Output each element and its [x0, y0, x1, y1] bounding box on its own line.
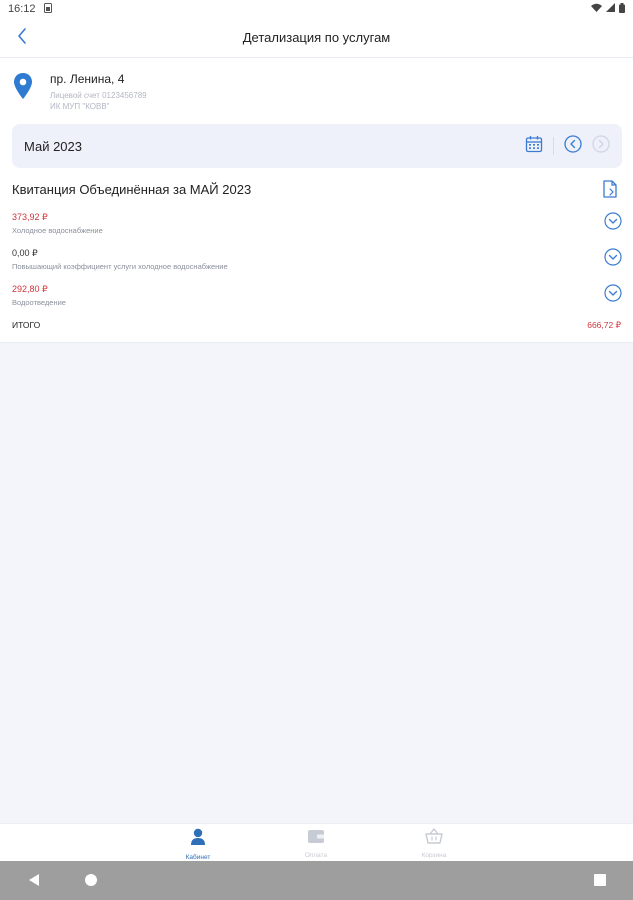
- status-time: 16:12: [8, 3, 36, 15]
- basket-icon: [425, 827, 443, 849]
- item-name: Холодное водоснабжение: [12, 226, 103, 235]
- period-label: Май 2023: [24, 138, 82, 154]
- item-name: Водоотведение: [12, 298, 66, 307]
- nav-item-cabinet[interactable]: Кабинет: [168, 828, 228, 861]
- chevron-down-circle-icon[interactable]: [604, 248, 622, 271]
- address-block: пр. Ленина, 4 Лицевой счет 0123456789 ИК…: [12, 72, 612, 120]
- nav-item-basket[interactable]: Корзина: [404, 827, 464, 859]
- user-icon: [190, 828, 206, 851]
- system-navigation-bar: [0, 861, 633, 900]
- chevron-left-circle-icon[interactable]: [564, 134, 582, 158]
- page-title: Детализация по услугам: [242, 30, 391, 45]
- back-triangle-icon[interactable]: [28, 873, 40, 892]
- chevron-down-circle-icon[interactable]: [604, 284, 622, 307]
- document-icon[interactable]: [602, 180, 618, 203]
- total-row: ИТОГО 666,72 ₽: [0, 320, 633, 334]
- receipt-title: Квитанция Объединённая за МАЙ 2023: [12, 182, 252, 197]
- receipt-item[interactable]: 0,00 ₽ Повышающий коэффициент услуги хол…: [0, 246, 633, 282]
- home-circle-icon[interactable]: [84, 873, 98, 892]
- item-amount: 0,00 ₽: [12, 248, 38, 258]
- chevron-right-circle-icon[interactable]: [592, 134, 610, 158]
- divider: [0, 342, 633, 343]
- app-bar: Детализация по услугам: [0, 18, 633, 58]
- chevron-down-circle-icon[interactable]: [604, 212, 622, 235]
- details-panel: пр. Ленина, 4 Лицевой счет 0123456789 ИК…: [0, 58, 633, 342]
- wallet-icon: [307, 828, 325, 849]
- total-value: 666,72 ₽: [587, 320, 621, 330]
- nav-label: Корзина: [421, 852, 447, 859]
- item-name: Повышающий коэффициент услуги холодное в…: [12, 262, 228, 271]
- battery-icon: [619, 2, 625, 16]
- recents-square-icon[interactable]: [594, 873, 606, 892]
- item-amount: 373,92 ₽: [12, 212, 48, 222]
- bottom-navigation: Кабинет Оплата Корзина: [0, 823, 633, 861]
- calendar-icon[interactable]: [525, 135, 543, 158]
- item-amount: 292,80 ₽: [12, 284, 48, 294]
- wifi-icon: [591, 3, 602, 15]
- signal-icon: [606, 3, 615, 15]
- back-button[interactable]: [12, 27, 32, 49]
- receipt-item[interactable]: 292,80 ₽ Водоотведение: [0, 282, 633, 318]
- provider-name: ИК МУП "КОВВ": [50, 102, 110, 111]
- address-street: пр. Ленина, 4: [50, 72, 125, 86]
- total-label: ИТОГО: [12, 320, 41, 330]
- sim-card-icon: [43, 2, 52, 16]
- divider: [553, 137, 554, 155]
- nav-label: Кабинет: [185, 854, 211, 861]
- period-selector: Май 2023: [12, 124, 622, 168]
- nav-label: Оплата: [304, 852, 328, 859]
- nav-item-payment[interactable]: Оплата: [286, 828, 346, 859]
- chevron-left-icon: [17, 27, 27, 49]
- account-number: Лицевой счет 0123456789: [50, 91, 147, 100]
- status-bar: 16:12: [0, 0, 633, 18]
- receipt-item[interactable]: 373,92 ₽ Холодное водоснабжение: [0, 210, 633, 246]
- receipt-items: 373,92 ₽ Холодное водоснабжение 0,00 ₽ П…: [0, 210, 633, 318]
- location-pin-icon: [12, 72, 34, 100]
